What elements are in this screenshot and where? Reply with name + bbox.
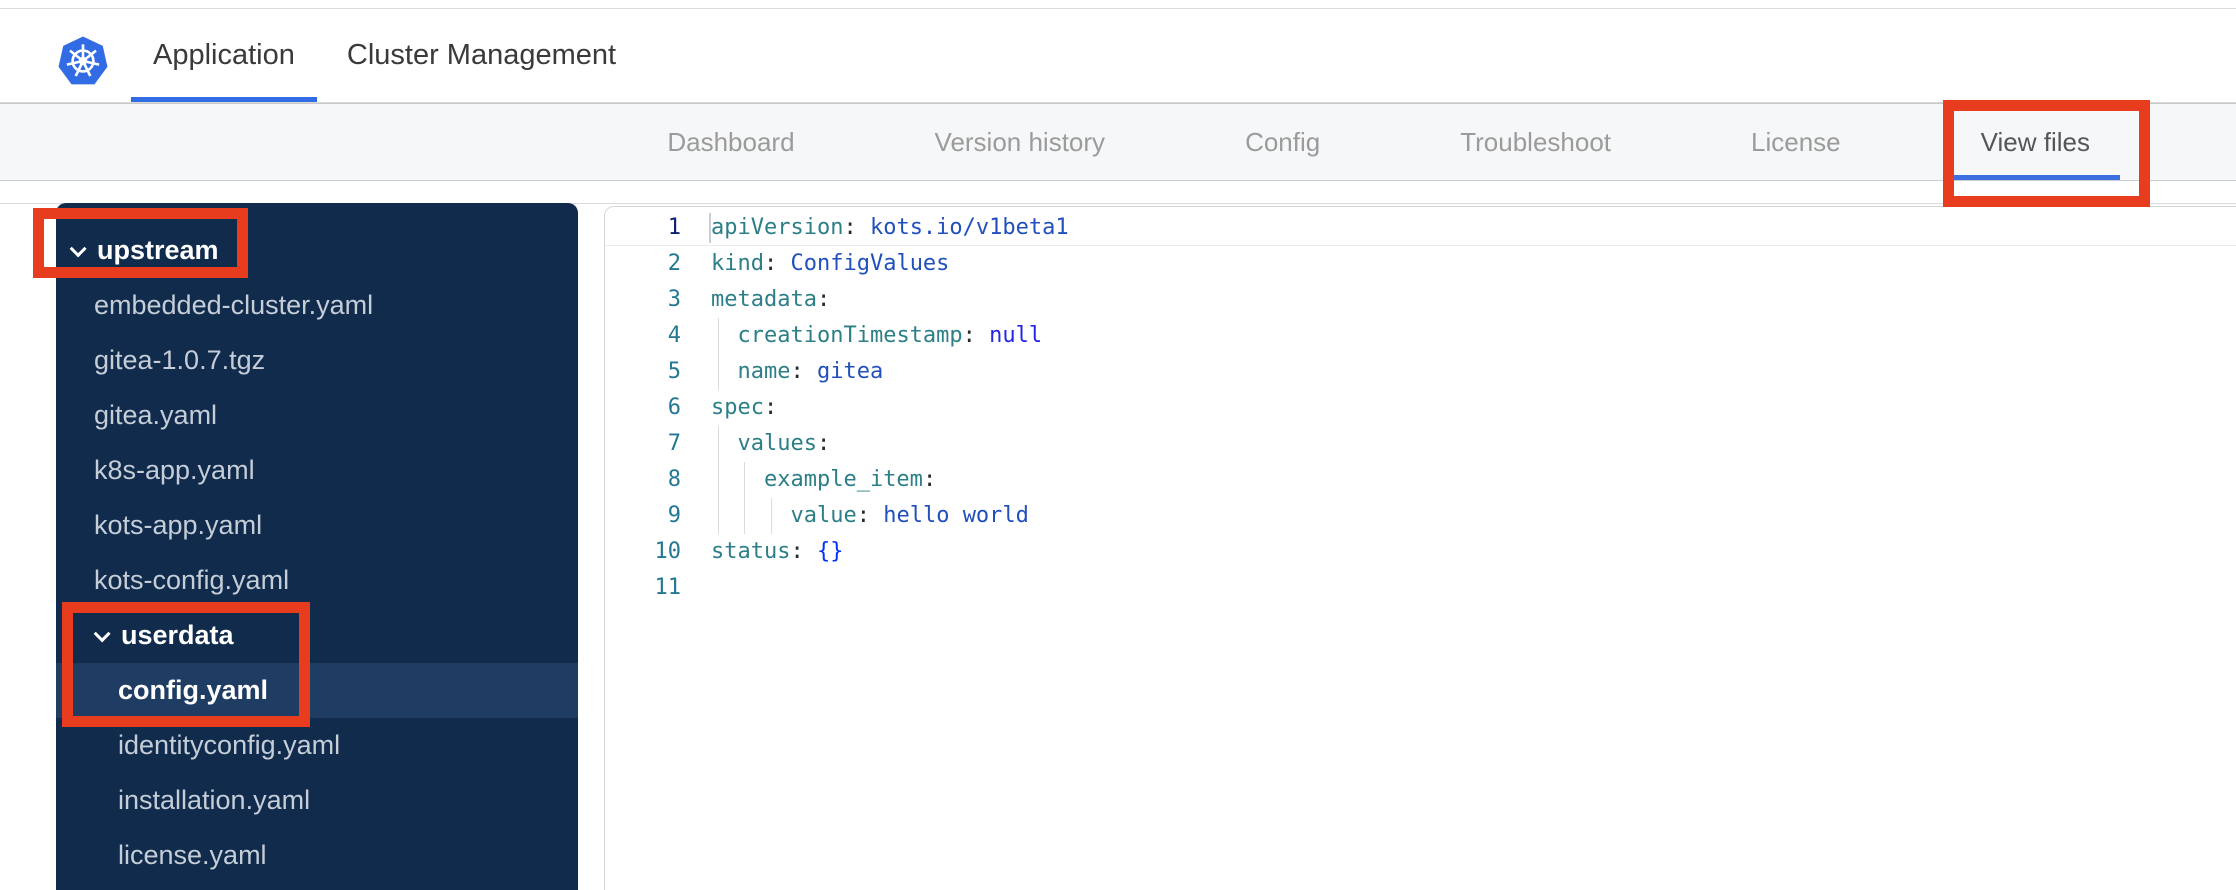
code-line-8[interactable]: 8 example_item: (605, 462, 2236, 498)
line-number: 3 (667, 287, 681, 312)
tree-item-label: license.yaml (118, 840, 267, 870)
annotation-box-userdata-config (62, 602, 310, 727)
code-line-7[interactable]: 7 values: (605, 426, 2236, 462)
kubernetes-logo-icon (58, 36, 108, 85)
line-number: 7 (667, 431, 681, 456)
indent-guide (770, 498, 772, 534)
file-tree: upstream embedded-cluster.yaml gitea-1.0.7… (56, 223, 578, 883)
line-number: 5 (667, 359, 681, 384)
indent-guide (717, 318, 719, 354)
tab-cluster-management[interactable]: Cluster Management (321, 9, 642, 102)
code-lines: 1 apiVersion: kots.io/v1beta1 2 kind: Confi… (605, 210, 2236, 606)
tree-item-label: embedded-cluster.yaml (94, 290, 374, 320)
tab-label: Application (153, 39, 295, 71)
indent-guide (744, 462, 746, 498)
app-header: Application Cluster Management (0, 9, 2236, 103)
indent-guide (744, 498, 746, 534)
indent-guide (717, 354, 719, 390)
tab-config[interactable]: Config (1175, 104, 1390, 180)
code-content: values: (681, 426, 830, 462)
header-bottom-strip (0, 182, 2236, 204)
tab-label: Config (1245, 126, 1321, 157)
tab-dashboard[interactable]: Dashboard (597, 104, 864, 180)
line-number: 10 (654, 539, 682, 564)
code-line-6[interactable]: 6 spec: (605, 390, 2236, 426)
file-license.yaml[interactable]: license.yaml (56, 828, 578, 883)
indent-guide (717, 462, 719, 498)
line-number: 9 (667, 503, 681, 528)
tree-item-label: kots-config.yaml (94, 565, 290, 595)
code-line-10[interactable]: 10 status: {} (605, 534, 2236, 570)
code-content (681, 570, 711, 606)
file-k8s-app.yaml[interactable]: k8s-app.yaml (56, 443, 578, 498)
tab-application[interactable]: Application (127, 9, 321, 102)
kots-admin-console: Application Cluster Management Dashboard V… (0, 0, 2236, 890)
tab-label: Version history (934, 126, 1106, 157)
code-content: spec: (711, 395, 778, 420)
tree-item-label: installation.yaml (118, 785, 311, 815)
tab-label: License (1751, 126, 1841, 157)
annotation-box-view-files (1943, 100, 2150, 207)
tab-label: Cluster Management (346, 39, 617, 71)
tree-item-label: identityconfig.yaml (118, 730, 341, 760)
code-content: apiVersion: kots.io/v1beta1 (681, 210, 1069, 246)
annotation-box-upstream (33, 208, 248, 278)
active-tab-underline (131, 97, 317, 102)
tab-license[interactable]: License (1681, 104, 1911, 180)
tab-version-history[interactable]: Version history (865, 104, 1176, 180)
file-embedded-cluster.yaml[interactable]: embedded-cluster.yaml (56, 278, 578, 333)
code-content: metadata: (711, 287, 831, 312)
subnav-tabs: Dashboard Version history Config Troublesho… (0, 104, 2236, 180)
indent-guide (717, 498, 719, 534)
tab-label: Troubleshoot (1460, 126, 1612, 157)
tab-troubleshoot[interactable]: Troubleshoot (1390, 104, 1681, 180)
text-cursor (709, 213, 711, 243)
line-number: 11 (654, 575, 682, 600)
file-kots-app.yaml[interactable]: kots-app.yaml (56, 498, 578, 553)
code-line-1[interactable]: 1 apiVersion: kots.io/v1beta1 (605, 210, 2236, 246)
primary-tabs: Application Cluster Management (127, 9, 642, 102)
line-number: 8 (667, 467, 681, 492)
file-tree-sidebar: upstream embedded-cluster.yaml gitea-1.0.7… (56, 203, 578, 890)
tree-item-label: k8s-app.yaml (94, 455, 255, 485)
code-line-3[interactable]: 3 metadata: (605, 282, 2236, 318)
code-content: name: gitea (681, 354, 883, 390)
file-installation.yaml[interactable]: installation.yaml (56, 773, 578, 828)
line-number: 4 (667, 323, 681, 348)
code-content: kind: ConfigValues (711, 251, 950, 276)
file-gitea.yaml[interactable]: gitea.yaml (56, 388, 578, 443)
tree-item-label: gitea-1.0.7.tgz (94, 345, 266, 375)
tree-item-label: gitea.yaml (94, 400, 218, 430)
code-line-11[interactable]: 11 (605, 570, 2236, 606)
line-number: 2 (667, 251, 681, 276)
app-subnav: Dashboard Version history Config Troublesho… (0, 103, 2236, 181)
tab-label: Dashboard (667, 126, 795, 157)
line-number: 6 (667, 395, 681, 420)
code-content: status: {} (711, 539, 844, 564)
tree-item-label: kots-app.yaml (94, 510, 263, 540)
code-line-2[interactable]: 2 kind: ConfigValues (605, 246, 2236, 282)
code-editor[interactable]: 1 apiVersion: kots.io/v1beta1 2 kind: Confi… (604, 206, 2236, 890)
code-line-4[interactable]: 4 creationTimestamp: null (605, 318, 2236, 354)
code-content: example_item: (681, 462, 936, 498)
file-kots-config.yaml[interactable]: kots-config.yaml (56, 553, 578, 608)
code-line-5[interactable]: 5 name: gitea (605, 354, 2236, 390)
code-line-9[interactable]: 9 value: hello world (605, 498, 2236, 534)
line-number: 1 (667, 215, 681, 240)
code-content: creationTimestamp: null (681, 318, 1042, 354)
code-content: value: hello world (681, 498, 1029, 534)
indent-guide (717, 426, 719, 462)
file-gitea-1.0.7.tgz[interactable]: gitea-1.0.7.tgz (56, 333, 578, 388)
